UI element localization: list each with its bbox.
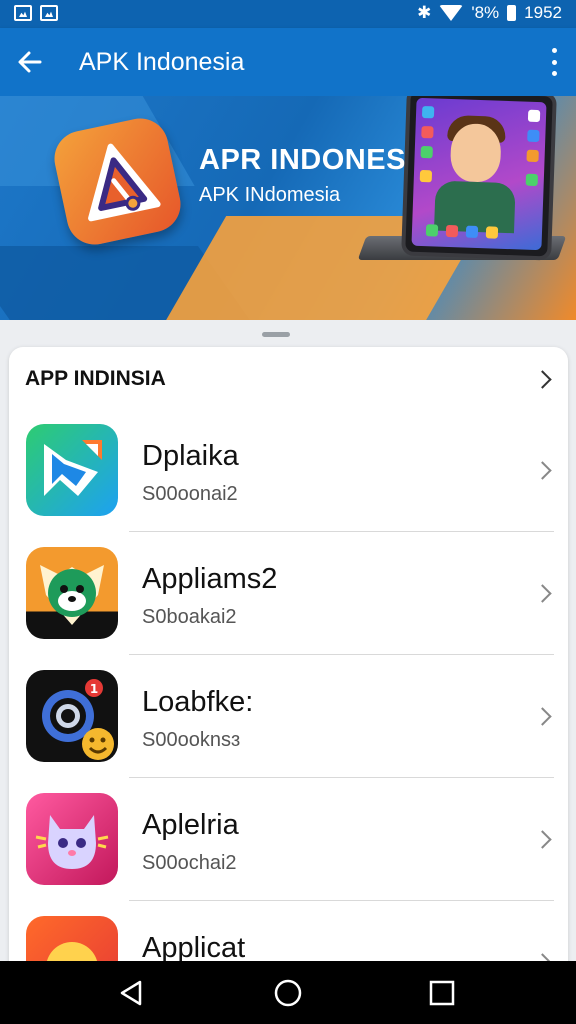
list-item[interactable]: 1 Loabfke: S00ooknsɜ — [9, 655, 568, 778]
app-name: Appliams2 — [142, 563, 278, 595]
chevron-right-icon — [533, 830, 552, 849]
app-bar: APK Indonesia — [0, 28, 576, 96]
list-item[interactable]: Appliams2 S0boakai2 — [9, 532, 568, 655]
app-name: Loabfke: — [142, 686, 254, 718]
camera-lens-app-icon: 1 — [26, 670, 118, 762]
wifi-icon — [439, 5, 464, 21]
app-list-card: APP INDINSIA Dplaika S00oonai2 Appliams2… — [9, 347, 568, 987]
hero-banner: APR INDONESIA APK INdomesia — [0, 96, 576, 320]
battery-icon — [507, 5, 517, 21]
svg-text:1: 1 — [90, 682, 98, 696]
app-subtitle: S00ochai2 — [142, 852, 237, 874]
image-notification-icon — [40, 5, 58, 21]
chevron-right-icon — [533, 370, 552, 389]
chevron-right-icon — [533, 707, 552, 726]
app-name: Dplaika — [142, 440, 239, 472]
home-circle-icon[interactable] — [273, 978, 303, 1008]
clock: 1952 — [524, 3, 562, 22]
chevron-right-icon — [533, 584, 552, 603]
back-triangle-icon[interactable] — [116, 978, 146, 1008]
status-bar: ✱ '8% 1952 — [0, 0, 576, 28]
section-title: APP INDINSIA — [25, 367, 166, 390]
back-arrow-icon[interactable] — [14, 46, 46, 78]
app-subtitle: S0boakai2 — [142, 606, 237, 628]
app-subtitle: S00ooknsɜ — [142, 729, 241, 751]
app-bar-title: APK Indonesia — [79, 48, 245, 76]
battery-percentage: '8% — [471, 3, 500, 22]
apk-indonesia-logo — [49, 113, 186, 250]
list-item[interactable]: Dplaika S00oonai2 — [9, 409, 568, 532]
bluetooth-icon: ✱ — [417, 3, 432, 22]
app-subtitle: S00oonai2 — [142, 483, 238, 505]
chevron-right-icon — [533, 461, 552, 480]
section-header[interactable]: APP INDINSIA — [9, 347, 568, 409]
tablet-illustration — [401, 96, 557, 261]
more-options-icon[interactable] — [550, 48, 558, 76]
system-navigation-bar — [0, 961, 576, 1024]
drag-handle[interactable] — [262, 332, 290, 337]
map-pin-app-icon — [26, 424, 118, 516]
cat-mascot-app-icon — [26, 793, 118, 885]
recent-apps-square-icon[interactable] — [427, 978, 457, 1008]
banner-subtitle: APK INdomesia — [199, 184, 341, 206]
app-name: Aplelria — [142, 809, 239, 841]
banner-headline: APR INDONESIA — [199, 144, 436, 176]
list-item[interactable]: Aplelria S00ochai2 — [9, 778, 568, 901]
gallery-notification-icon — [14, 5, 32, 21]
dog-face-app-icon — [26, 547, 118, 639]
